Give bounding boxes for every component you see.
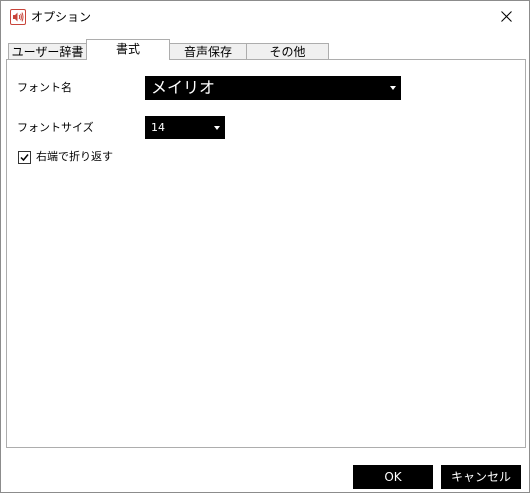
format-panel: フォント名 メイリオ フォントサイズ 14 右端で折り返す	[6, 59, 526, 448]
close-icon	[500, 11, 512, 22]
chevron-down-icon	[214, 126, 220, 130]
speaker-icon	[10, 9, 26, 25]
font-name-label: フォント名	[17, 81, 72, 94]
wrap-label[interactable]: 右端で折り返す	[36, 150, 113, 164]
close-button[interactable]	[483, 1, 529, 32]
checkmark-icon	[20, 154, 29, 162]
font-size-label: フォントサイズ	[17, 121, 94, 134]
wrap-checkbox[interactable]	[18, 151, 31, 164]
tab-other[interactable]: その他	[246, 43, 329, 59]
font-size-value: 14	[151, 121, 165, 134]
chevron-down-icon	[390, 86, 396, 90]
tab-audio-save[interactable]: 音声保存	[169, 43, 247, 59]
font-name-value: メイリオ	[151, 78, 216, 97]
tab-user-dictionary[interactable]: ユーザー辞書	[8, 43, 87, 59]
options-dialog: オプション ユーザー辞書 書式 音声保存 その他 フォント名 メイリオ フォント…	[0, 0, 530, 493]
cancel-button[interactable]: キャンセル	[441, 465, 521, 489]
ok-button[interactable]: OK	[353, 465, 433, 489]
tab-format[interactable]: 書式	[86, 39, 170, 60]
window-title: オプション	[31, 10, 92, 24]
font-name-select[interactable]: メイリオ	[145, 76, 401, 100]
font-size-select[interactable]: 14	[145, 116, 225, 139]
title-bar: オプション	[1, 1, 529, 33]
